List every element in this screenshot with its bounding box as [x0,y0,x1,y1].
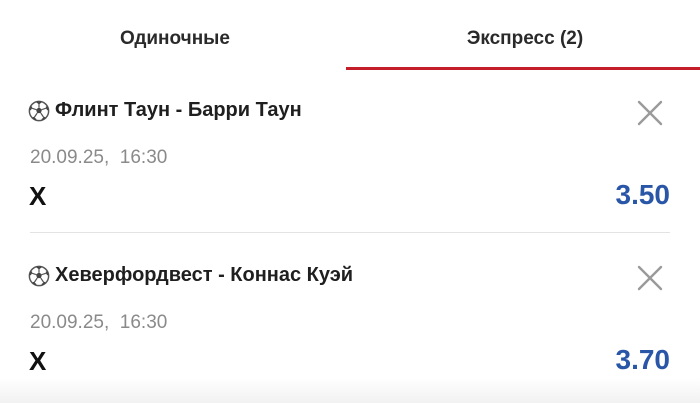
tab-express[interactable]: Экспресс (2) [346,0,700,70]
match-title: Хеверфордвест - Коннас Куэй [55,264,354,286]
bet-item-2: Хеверфордвест - Коннас Куэй 20.09.25, 16… [0,235,700,400]
close-icon[interactable] [636,99,664,127]
tab-singles[interactable]: Одиночные [0,0,350,70]
bet-outcome: Х [29,181,47,211]
bet-divider [30,232,670,233]
tab-express-label: Экспресс (2) [466,28,584,49]
tab-singles-label: Одиночные [120,28,230,49]
soccer-ball-icon [28,100,50,122]
bottom-fade [0,378,700,403]
bet-odds: 3.70 [615,344,671,375]
match-datetime: 20.09.25, 16:30 [30,312,168,333]
soccer-ball-icon [28,265,50,287]
close-icon[interactable] [636,264,664,292]
bet-odds: 3.50 [615,179,671,210]
bet-item-1: Флинт Таун - Барри Таун 20.09.25, 16:30 … [0,70,700,235]
bet-slip-tabs: Одиночные Экспресс (2) [0,0,700,70]
bet-outcome: Х [29,346,47,376]
match-title: Флинт Таун - Барри Таун [55,99,302,121]
match-datetime: 20.09.25, 16:30 [30,147,168,168]
